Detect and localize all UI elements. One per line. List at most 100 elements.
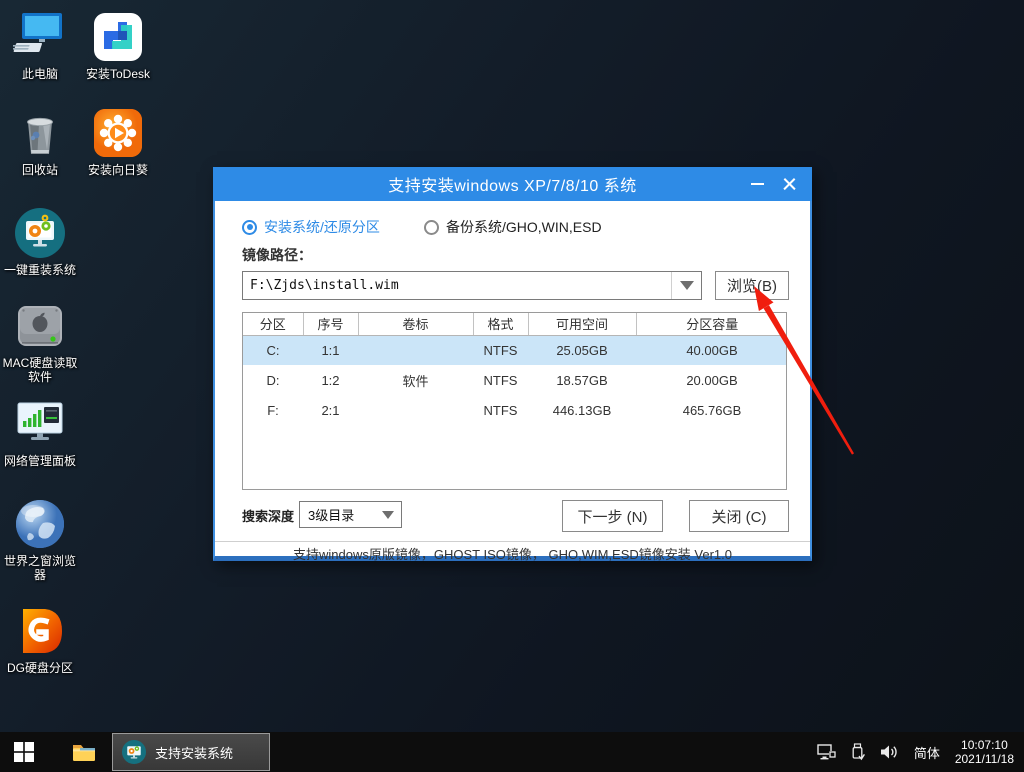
one-key-reinstall-icon [13,206,67,260]
todesk-icon [91,10,145,64]
next-button[interactable]: 下一步 (N) [562,500,663,532]
cell-index: 2:1 [303,395,358,425]
cell-volume: 软件 [358,365,473,395]
taskbar-clock[interactable]: 10:07:10 2021/11/18 [955,738,1014,766]
table-row-f[interactable]: F: 2:1 NTFS 446.13GB 465.76GB [243,395,787,425]
partition-table: 分区 序号 卷标 格式 可用空间 分区容量 C: 1:1 NTFS 25.05 [242,312,787,490]
search-depth-value: 3级目录 [300,505,375,524]
desktop-icon-this-pc[interactable]: 此电脑 [2,10,78,81]
col-header-index[interactable]: 序号 [303,313,358,335]
combobox-dropdown-button[interactable] [671,272,701,299]
sunflower-icon [91,106,145,160]
image-path-combobox[interactable]: F:\Zjds\install.wim [242,271,702,300]
network-tray-icon[interactable] [817,744,836,760]
browse-button[interactable]: 浏览(B) [715,271,789,300]
dropdown-button[interactable] [375,511,401,519]
chevron-down-icon [382,511,394,519]
desktop-icon-label: 世界之窗浏览器 [2,554,78,582]
desktop-icon-label: 网络管理面板 [2,454,78,468]
network-panel-icon [13,397,67,451]
desktop-icon-label: 安装向日葵 [80,163,156,177]
world-browser-icon [13,497,67,551]
image-path-value: F:\Zjds\install.wim [243,278,671,293]
clock-time: 10:07:10 [955,738,1014,752]
cell-format: NTFS [473,335,528,365]
desktop-icon-label: 此电脑 [2,67,78,81]
desktop-icon-label: DG硬盘分区 [2,661,78,675]
image-path-label: 镜像路径： [242,245,312,265]
desktop-icon-label: 回收站 [2,163,78,177]
desktop-icon-network-panel[interactable]: 网络管理面板 [2,397,78,468]
desktop-icon-dg-partition[interactable]: DG硬盘分区 [2,604,78,675]
col-header-free[interactable]: 可用空间 [528,313,636,335]
cell-format: NTFS [473,395,528,425]
radio-selected-icon [242,220,257,235]
dialog-title: 支持安装windows XP/7/8/10 系统 [213,172,812,196]
table-row-c[interactable]: C: 1:1 NTFS 25.05GB 40.00GB [243,335,787,365]
input-method-indicator[interactable]: 简体 [914,743,940,762]
speaker-tray-icon[interactable] [880,744,899,760]
windows-logo-icon [14,742,34,762]
taskbar-app-label: 支持安装系统 [155,743,233,762]
table-row-d[interactable]: D: 1:2 软件 NTFS 18.57GB 20.00GB [243,365,787,395]
cell-volume [358,395,473,425]
cell-capacity: 20.00GB [636,365,787,395]
cell-capacity: 40.00GB [636,335,787,365]
system-tray: 简体 10:07:10 2021/11/18 [817,732,1024,772]
radio-install-label: 安装系统/还原分区 [264,217,380,237]
close-button[interactable] [774,167,804,201]
taskbar: 支持安装系统 简体 10:07:10 2021/11/18 [0,732,1024,772]
cell-free: 446.13GB [528,395,636,425]
col-header-format[interactable]: 格式 [473,313,528,335]
table-header-row: 分区 序号 卷标 格式 可用空间 分区容量 [243,313,787,335]
chevron-down-icon [680,281,694,290]
desktop-icon-recycle-bin[interactable]: 回收站 [2,106,78,177]
dialog-titlebar[interactable]: 支持安装windows XP/7/8/10 系统 [213,167,812,201]
cell-partition: C: [243,335,303,365]
radio-install-system[interactable]: 安装系统/还原分区 [242,217,380,237]
this-pc-icon [13,10,67,64]
cell-format: NTFS [473,365,528,395]
install-dialog: 支持安装windows XP/7/8/10 系统 安装系统/还原分区 备份系统/… [213,167,812,561]
mac-disk-reader-icon [13,299,67,353]
start-button[interactable] [0,732,48,772]
folder-icon [71,739,97,765]
desktop-icon-label: 安装ToDesk [80,67,156,81]
close-icon [783,178,796,191]
close-dialog-button[interactable]: 关闭 (C) [689,500,789,532]
dg-partition-icon [13,604,67,658]
cell-volume [358,335,473,365]
radio-backup-system[interactable]: 备份系统/GHO,WIN,ESD [424,217,602,237]
minimize-icon [751,183,764,185]
desktop-icon-one-key-reinstall[interactable]: 一键重装系统 [2,206,78,277]
taskbar-app-install-system[interactable]: 支持安装系统 [112,733,270,771]
cell-free: 18.57GB [528,365,636,395]
radio-backup-label: 备份系统/GHO,WIN,ESD [446,217,602,237]
col-header-volume[interactable]: 卷标 [358,313,473,335]
desktop-icon-world-browser[interactable]: 世界之窗浏览器 [2,497,78,582]
clock-date: 2021/11/18 [955,752,1014,766]
dialog-footer-text: 支持windows原版镜像，GHOST ISO镜像， GHO,WIM,ESD镜像… [215,541,810,561]
search-depth-label: 搜索深度 [242,506,294,525]
desktop-icon-sunflower[interactable]: 安装向日葵 [80,106,156,177]
dialog-body: 安装系统/还原分区 备份系统/GHO,WIN,ESD 镜像路径： F:\Zjds… [213,201,812,561]
cell-capacity: 465.76GB [636,395,787,425]
usb-tray-icon[interactable] [851,743,865,761]
desktop-icon-label: 一键重装系统 [2,263,78,277]
cell-partition: F: [243,395,303,425]
desktop-icon-label: MAC硬盘读取软件 [2,356,78,384]
recycle-bin-icon [13,106,67,160]
install-app-icon [121,739,147,765]
col-header-partition[interactable]: 分区 [243,313,303,335]
radio-unselected-icon [424,220,439,235]
cell-free: 25.05GB [528,335,636,365]
minimize-button[interactable] [742,167,772,201]
search-depth-dropdown[interactable]: 3级目录 [299,501,402,528]
cell-index: 1:1 [303,335,358,365]
cell-partition: D: [243,365,303,395]
desktop-icon-mac-disk-reader[interactable]: MAC硬盘读取软件 [2,299,78,384]
col-header-capacity[interactable]: 分区容量 [636,313,787,335]
desktop-icon-todesk[interactable]: 安装ToDesk [80,10,156,81]
cell-index: 1:2 [303,365,358,395]
file-explorer-button[interactable] [62,732,106,772]
